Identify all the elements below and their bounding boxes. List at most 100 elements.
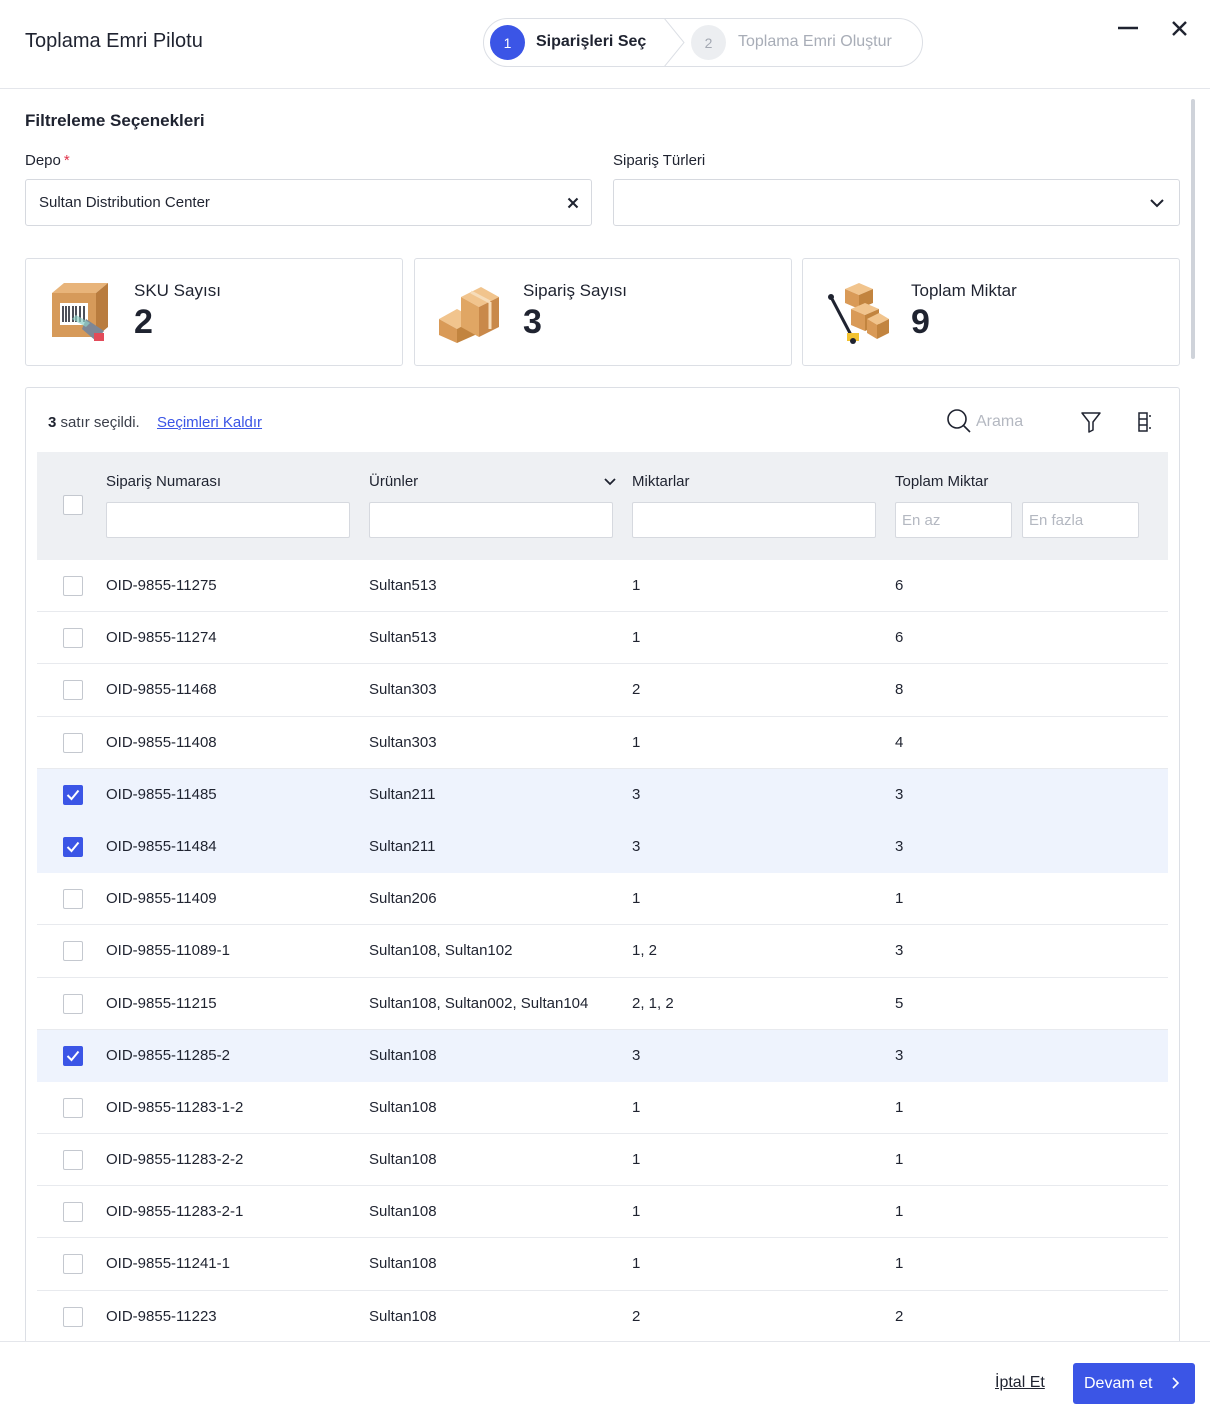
quantities-cell: 2	[632, 1307, 641, 1325]
row-checkbox[interactable]	[63, 576, 83, 596]
vertical-scrollbar[interactable]	[1191, 99, 1195, 359]
table-row[interactable]: OID-9855-11468 Sultan303 2 8	[37, 664, 1168, 717]
row-checkbox[interactable]	[63, 1202, 83, 1223]
table-search[interactable]	[946, 408, 1066, 436]
order-number-cell: OID-9855-11283-1-2	[106, 1098, 244, 1116]
table-row[interactable]: OID-9855-11215 Sultan108, Sultan002, Sult…	[37, 977, 1168, 1030]
products-filter-input[interactable]	[369, 502, 613, 538]
order-count-value: 3	[523, 303, 542, 341]
products-cell: Sultan513	[369, 577, 437, 594]
table-row[interactable]: OID-9855-11283-1-2 Sultan108 1 1	[37, 1081, 1168, 1135]
sku-count-card: SKU Sayısı 2	[25, 258, 403, 366]
row-checkbox[interactable]	[63, 1254, 83, 1275]
stacked-boxes-icon	[439, 287, 499, 343]
column-quantities[interactable]: Miktarlar	[632, 473, 690, 490]
total-min-input[interactable]	[895, 502, 1012, 538]
quantities-cell: 1	[632, 1098, 641, 1116]
quantities-cell: 3	[632, 837, 641, 855]
depot-select[interactable]: Sultan Distribution Center	[25, 179, 592, 226]
total-quantity-cell: 3	[895, 942, 904, 960]
filter-icon[interactable]	[1079, 410, 1103, 434]
table-row[interactable]: OID-9855-11274 Sultan513 1 6	[37, 612, 1168, 665]
minimize-button[interactable]	[1115, 16, 1141, 42]
table-row[interactable]: OID-9855-11484 Sultan211 3 3	[37, 820, 1168, 874]
continue-button[interactable]: Devam et	[1073, 1363, 1195, 1404]
clear-selection-link[interactable]: Seçimleri Kaldır	[157, 414, 262, 431]
selection-info: 3 satır seçildi.	[48, 414, 140, 431]
quantities-cell: 2	[632, 681, 641, 699]
order-number-cell: OID-9855-11283-2-1	[106, 1203, 244, 1221]
depot-label-text: Depo	[25, 152, 61, 169]
step-2-label[interactable]: Toplama Emri Oluştur	[738, 33, 892, 51]
total-quantity-cell: 2	[895, 1307, 904, 1325]
row-checkbox[interactable]	[63, 784, 83, 805]
close-icon	[1172, 21, 1187, 36]
order-number-cell: OID-9855-11089-1	[106, 942, 230, 960]
quantities-cell: 1	[632, 577, 641, 594]
select-all-checkbox[interactable]	[63, 495, 83, 515]
cancel-button[interactable]: İptal Et	[995, 1374, 1045, 1392]
quantities-cell: 3	[632, 785, 641, 803]
row-checkbox[interactable]	[63, 732, 83, 753]
step-separator-chevron	[644, 19, 685, 66]
products-cell: Sultan206	[369, 890, 437, 908]
table-row[interactable]: OID-9855-11223 Sultan108 2 2	[37, 1290, 1168, 1341]
row-checkbox[interactable]	[63, 1150, 83, 1171]
selected-suffix: satır seçildi.	[60, 414, 140, 431]
row-checkbox[interactable]	[63, 1045, 83, 1066]
close-dialog-button[interactable]	[1167, 16, 1193, 42]
row-checkbox[interactable]	[63, 993, 83, 1014]
table-row[interactable]: OID-9855-11285-2 Sultan108 3 3	[37, 1029, 1168, 1082]
total-quantity-cell: 3	[895, 1046, 904, 1064]
column-order-number[interactable]: Sipariş Numarası	[106, 473, 221, 490]
table-row[interactable]: OID-9855-11409 Sultan206 1 1	[37, 873, 1168, 926]
required-marker: *	[63, 152, 70, 169]
total-max-input[interactable]	[1022, 502, 1139, 538]
search-icon	[947, 409, 971, 433]
row-checkbox[interactable]	[63, 1097, 83, 1118]
table-row[interactable]: OID-9855-11408 Sultan303 1 4	[37, 716, 1168, 769]
chevron-down-icon[interactable]	[602, 474, 618, 490]
checkmark-icon	[66, 789, 80, 801]
depot-value: Sultan Distribution Center	[39, 194, 210, 211]
dialog-content: Filtreleme Seçenekleri Depo * Sultan Dist…	[0, 89, 1210, 1341]
search-input[interactable]	[976, 410, 1066, 434]
row-checkbox[interactable]	[63, 628, 83, 649]
order-number-cell: OID-9855-11468	[106, 681, 217, 699]
filter-section-title: Filtreleme Seçenekleri	[25, 111, 205, 130]
products-cell: Sultan108	[369, 1307, 437, 1325]
table-row[interactable]: OID-9855-11241-1 Sultan108 1 1	[37, 1238, 1168, 1291]
table-row[interactable]: OID-9855-11275 Sultan513 1 6	[37, 560, 1168, 613]
table-row[interactable]: OID-9855-11283-2-2 Sultan108 1 1	[37, 1134, 1168, 1187]
row-checkbox[interactable]	[63, 941, 83, 962]
depot-label: Depo *	[25, 152, 70, 169]
pallet-jack-boxes-icon	[828, 283, 889, 344]
table-row[interactable]: OID-9855-11283-2-1 Sultan108 1 1	[37, 1186, 1168, 1239]
step-2-number[interactable]: 2	[691, 25, 726, 60]
table-header: Sipariş Numarası Ürünler Miktarlar Topla…	[37, 452, 1168, 560]
barcode-box-icon	[52, 283, 108, 341]
order-number-filter-input[interactable]	[106, 502, 350, 538]
quantities-cell: 1	[632, 1151, 641, 1169]
total-quantity-label: Toplam Miktar	[911, 281, 1017, 300]
column-total-quantity[interactable]: Toplam Miktar	[895, 473, 988, 490]
row-checkbox[interactable]	[63, 889, 83, 910]
sku-count-value: 2	[134, 303, 153, 341]
clear-depot-icon[interactable]	[562, 192, 584, 214]
quantities-cell: 1	[632, 629, 641, 647]
step-1-number[interactable]: 1	[490, 25, 525, 60]
column-settings-icon[interactable]	[1132, 410, 1156, 434]
quantities-filter-input[interactable]	[632, 502, 876, 538]
table-row[interactable]: OID-9855-11089-1 Sultan108, Sultan102 1, 2…	[37, 925, 1168, 978]
step-1-label[interactable]: Siparişleri Seç	[536, 33, 646, 51]
row-checkbox[interactable]	[63, 680, 83, 701]
quantities-cell: 1	[632, 733, 641, 751]
order-types-label: Sipariş Türleri	[613, 152, 706, 169]
chevron-right-icon	[1172, 1377, 1180, 1389]
table-row[interactable]: OID-9855-11485 Sultan211 3 3	[37, 768, 1168, 821]
row-checkbox[interactable]	[63, 836, 83, 857]
order-types-select[interactable]	[613, 179, 1180, 226]
column-products[interactable]: Ürünler	[369, 473, 418, 490]
sku-count-label: SKU Sayısı	[134, 281, 221, 300]
row-checkbox[interactable]	[63, 1306, 83, 1327]
